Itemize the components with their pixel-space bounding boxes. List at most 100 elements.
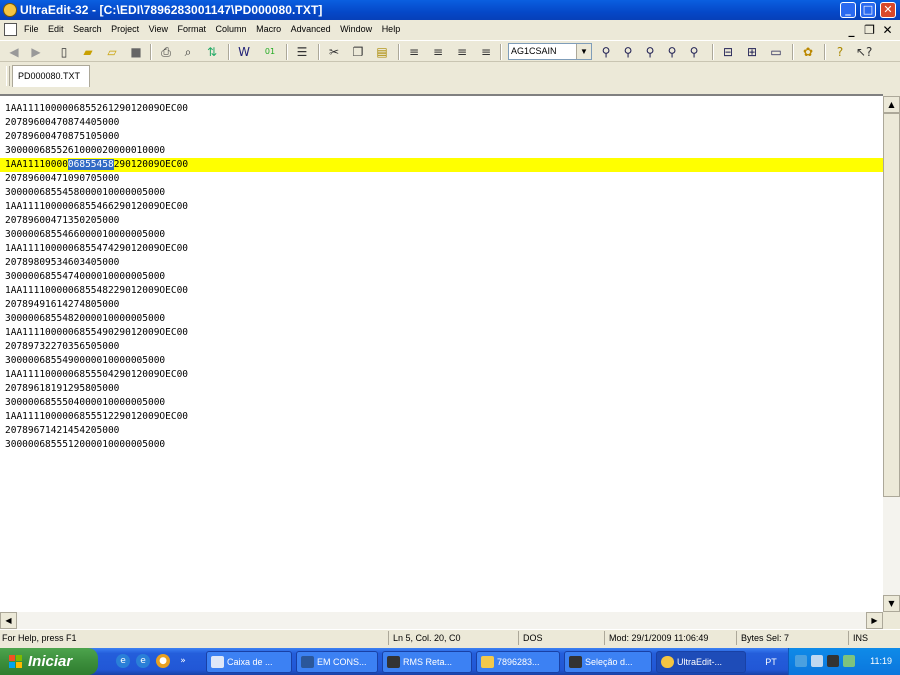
editor-line[interactable]: 20789600470875105000 xyxy=(5,130,119,144)
maximize-button[interactable]: □ xyxy=(860,2,876,18)
start-button[interactable]: Iniciar xyxy=(0,648,98,675)
save-icon[interactable]: ■ xyxy=(128,44,144,60)
editor-line[interactable]: 3000006855261000020000010000 xyxy=(5,144,165,158)
editor-line[interactable]: 3000006855490000010000005000 xyxy=(5,354,165,368)
horizontal-scrollbar[interactable]: ◀ ▶ xyxy=(0,612,883,629)
menu-project[interactable]: Project xyxy=(111,24,139,34)
scroll-right-button[interactable]: ▶ xyxy=(866,612,883,629)
find-icon[interactable]: ⚲ xyxy=(598,44,614,60)
task-folder[interactable]: 7896283... xyxy=(476,651,560,673)
menu-file[interactable]: File xyxy=(24,24,39,34)
window-icon[interactable]: ▭ xyxy=(768,44,784,60)
menu-advanced[interactable]: Advanced xyxy=(291,24,331,34)
back-icon[interactable]: ◀ xyxy=(6,44,22,60)
menu-format[interactable]: Format xyxy=(178,24,207,34)
network-icon[interactable] xyxy=(795,655,807,667)
menu-edit[interactable]: Edit xyxy=(48,24,64,34)
mdi-restore-button[interactable]: ❐ xyxy=(862,23,877,37)
quicklaunch-overflow-icon[interactable]: » xyxy=(176,654,190,668)
editor-line[interactable]: 3000006855466000010000005000 xyxy=(5,228,165,242)
menu-column[interactable]: Column xyxy=(216,24,247,34)
justify-icon[interactable]: ≡ xyxy=(478,44,494,60)
editor-line[interactable]: 1AA111100000685526129012009OEC00 xyxy=(5,102,188,116)
column-mode-icon[interactable]: ☰ xyxy=(294,44,310,60)
editor-line[interactable]: 1AA111100000685547429012009OEC00 xyxy=(5,242,188,256)
title-bar[interactable]: UltraEdit-32 - [C:\EDI\7896283001147\PD0… xyxy=(0,0,900,20)
minimize-button[interactable]: _ xyxy=(840,2,856,18)
task-rms-reta[interactable]: RMS Reta... xyxy=(382,651,472,673)
print-icon[interactable]: ⎙ xyxy=(158,44,174,60)
editor-line[interactable]: 1AA111100000685550429012009OEC00 xyxy=(5,368,188,382)
copy-icon[interactable]: ❐ xyxy=(350,44,366,60)
scroll-left-button[interactable]: ◀ xyxy=(0,612,17,629)
editor-line[interactable]: 20789671421454205000 xyxy=(5,424,119,438)
help-icon[interactable]: ? xyxy=(832,44,848,60)
hex-icon[interactable]: 01 xyxy=(262,44,278,60)
menu-search[interactable]: Search xyxy=(73,24,102,34)
task-caixa-de[interactable]: Caixa de ... xyxy=(206,651,292,673)
split-grid-icon[interactable]: ⊞ xyxy=(744,44,760,60)
cut-icon[interactable]: ✂ xyxy=(326,44,342,60)
context-help-icon[interactable]: ↖? xyxy=(856,44,872,60)
find-next-icon[interactable]: ⚲ xyxy=(620,44,636,60)
menu-macro[interactable]: Macro xyxy=(256,24,281,34)
align-center-icon[interactable]: ≡ xyxy=(430,44,446,60)
font-combo[interactable]: AG1CSAIN ▼ xyxy=(508,43,592,60)
tab-strip-grip[interactable] xyxy=(6,66,10,86)
editor-line[interactable]: 3000006855504000010000005000 xyxy=(5,396,165,410)
editor-line[interactable]: 20789600471090705000 xyxy=(5,172,119,186)
editor-line[interactable]: 20789491614274805000 xyxy=(5,298,119,312)
editor-line[interactable]: 3000006855474000010000005000 xyxy=(5,270,165,284)
editor-line[interactable]: 3000006855458000010000005000 xyxy=(5,186,165,200)
language-indicator[interactable]: PT xyxy=(757,651,785,673)
text-editor-area[interactable]: 1AA111100000685526129012009OEC00 20789600… xyxy=(0,94,883,612)
close-button[interactable]: ✕ xyxy=(880,2,896,18)
mdi-close-button[interactable]: ✕ xyxy=(880,23,895,37)
find-prev-icon[interactable]: ⚲ xyxy=(642,44,658,60)
rms-tray-icon[interactable] xyxy=(827,655,839,667)
task-em-cons[interactable]: EM CONS... xyxy=(296,651,378,673)
editor-line[interactable]: 3000006855482000010000005000 xyxy=(5,312,165,326)
editor-line[interactable]: 20789809534603405000 xyxy=(5,256,119,270)
word-wrap-icon[interactable]: W xyxy=(236,44,252,60)
editor-line[interactable]: 20789600471350205000 xyxy=(5,214,119,228)
ultraedit-app-icon[interactable] xyxy=(3,3,17,17)
align-right-icon[interactable]: ≡ xyxy=(454,44,470,60)
task-selecao[interactable]: Seleção d... xyxy=(564,651,652,673)
editor-line[interactable]: 1AA111100000685546629012009OEC00 xyxy=(5,200,188,214)
open-file-icon[interactable]: ▱ xyxy=(104,44,120,60)
volume-icon[interactable] xyxy=(811,655,823,667)
replace-icon[interactable]: ⚲ xyxy=(664,44,680,60)
split-horizontal-icon[interactable]: ⊟ xyxy=(720,44,736,60)
ie-quicklaunch-icon[interactable]: e xyxy=(116,654,130,668)
task-ultraedit[interactable]: UltraEdit-... xyxy=(656,651,746,673)
print-preview-icon[interactable]: ⌕ xyxy=(180,44,196,60)
editor-line[interactable]: 1AA111100000685545829012009OEC00 xyxy=(5,158,188,172)
settings-icon[interactable]: ✿ xyxy=(800,44,816,60)
menu-view[interactable]: View xyxy=(149,24,168,34)
selected-text[interactable]: 06855458 xyxy=(67,159,114,170)
editor-line[interactable]: 20789618191295805000 xyxy=(5,382,119,396)
editor-line[interactable]: 20789600470874405000 xyxy=(5,116,119,130)
find-in-files-icon[interactable]: ⚲ xyxy=(686,44,702,60)
forward-icon[interactable]: ▶ xyxy=(28,44,44,60)
new-file-icon[interactable]: ▯ xyxy=(56,44,72,60)
paste-icon[interactable]: ▤ xyxy=(374,44,390,60)
firefox-quicklaunch-icon[interactable]: ● xyxy=(156,654,170,668)
open-folder-icon[interactable]: ▰ xyxy=(80,44,96,60)
vertical-scroll-thumb[interactable] xyxy=(883,113,900,497)
editor-line[interactable]: 1AA111100000685548229012009OEC00 xyxy=(5,284,188,298)
editor-line[interactable]: 1AA111100000685549029012009OEC00 xyxy=(5,326,188,340)
file-tab[interactable]: PD000080.TXT xyxy=(12,65,90,87)
ftp-icon[interactable]: ⇅ xyxy=(204,44,220,60)
editor-line[interactable]: 3000006855512000010000005000 xyxy=(5,438,165,452)
menu-window[interactable]: Window xyxy=(340,24,372,34)
menu-help[interactable]: Help xyxy=(382,24,401,34)
ie2-quicklaunch-icon[interactable]: e xyxy=(136,654,150,668)
align-left-icon[interactable]: ≡ xyxy=(406,44,422,60)
mdi-minimize-button[interactable]: _ xyxy=(844,23,859,37)
chevron-down-icon[interactable]: ▼ xyxy=(576,44,591,59)
document-icon[interactable] xyxy=(4,23,17,36)
scroll-up-button[interactable]: ▲ xyxy=(883,96,900,113)
vertical-scrollbar[interactable]: ▲ ▼ xyxy=(883,96,900,612)
